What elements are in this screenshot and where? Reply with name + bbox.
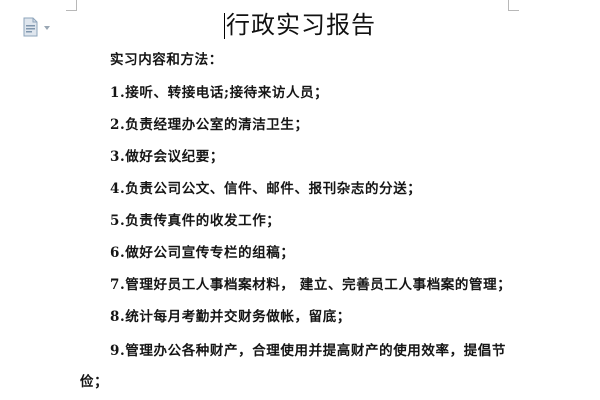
section-heading[interactable]: 实习内容和方法：	[110, 50, 223, 70]
paragraph-format-icon-glyph	[23, 17, 50, 37]
list-item[interactable]: 3.做好会议纪要；	[110, 147, 224, 167]
left-margin-corner-mark	[66, 0, 77, 11]
list-item[interactable]: 7.管理好员工人事档案材料， 建立、完善员工人事档案的管理；	[110, 275, 511, 295]
list-item[interactable]: 8.统计每月考勤并交财务做帐，留底；	[110, 307, 351, 327]
document-page[interactable]: 行政实习报告 实习内容和方法： 1.接听、转接电话;接待来访人员； 2.负责经理…	[0, 0, 600, 400]
right-margin-corner-mark	[508, 0, 519, 11]
text-cursor	[224, 13, 225, 39]
list-item[interactable]: 4.负责公司公文、信件、邮件、报刊杂志的分送；	[110, 179, 421, 199]
list-item[interactable]: 6.做好公司宣传专栏的组稿；	[110, 243, 295, 263]
paragraph-format-icon[interactable]	[22, 17, 56, 37]
list-item[interactable]: 5.负责传真件的收发工作；	[110, 211, 280, 231]
list-item[interactable]: 2.负责经理办公室的清洁卫生；	[110, 115, 309, 135]
list-item[interactable]: 9.管理办公各种财产，合理使用并提高财产的使用效率，提倡节	[110, 341, 506, 361]
list-item[interactable]: 1.接听、转接电话;接待来访人员；	[110, 83, 328, 103]
list-item-continuation[interactable]: 俭；	[80, 372, 108, 392]
document-title[interactable]: 行政实习报告	[226, 8, 376, 42]
